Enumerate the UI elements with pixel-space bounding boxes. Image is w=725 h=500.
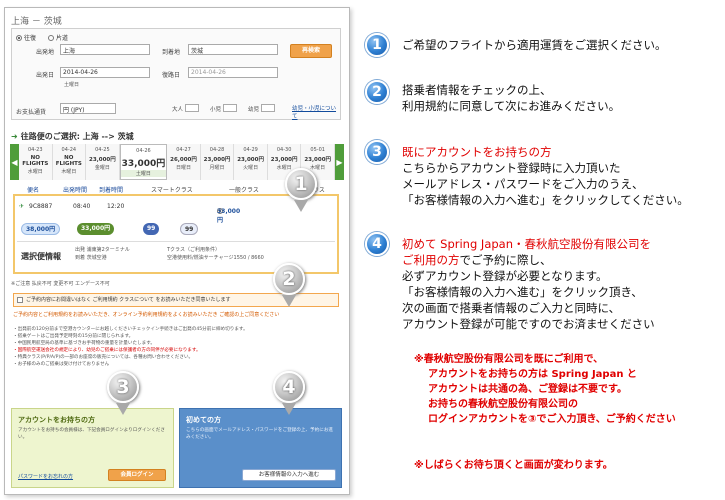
currency-label: お支払通貨 <box>16 109 47 116</box>
search-form: 往復 片道 出発地 上海 到着地 茨城 再検索 出発日 2014-04-26 土… <box>11 28 341 120</box>
step-3-icon: 3 <box>365 140 389 164</box>
return-label: 復路日 <box>162 72 181 79</box>
arrow-right-icon: ➜ <box>11 132 18 141</box>
destination-field[interactable]: 茨城 <box>188 44 278 55</box>
step-4-text: 初めて Spring Japan・春秋航空股份有限公司を ご利用の方でご予約に際… <box>402 237 655 331</box>
roundtrip-radio[interactable]: 往復 <box>16 33 36 42</box>
adult-select[interactable]: 大人 <box>172 104 200 113</box>
fare-pill[interactable]: 38,000円 <box>21 223 61 235</box>
fare-conditions: ※ご注意 払戻不可 変更不可 エンデース不可 <box>11 281 110 287</box>
step-4-icon: 4 <box>365 232 389 256</box>
child-select[interactable]: 小児 <box>210 104 238 113</box>
flight-logo-icon: ✈ <box>19 203 25 210</box>
fare-pill-selected[interactable]: 33,000円 <box>77 223 115 235</box>
member-login-button[interactable]: 会員ログイン <box>108 469 166 481</box>
step-2-pointer <box>282 295 296 307</box>
pax-info-link[interactable]: 幼児・小児について <box>292 104 340 120</box>
agree-checkbox[interactable] <box>17 297 23 303</box>
step-2-bubble: 2 <box>273 263 305 295</box>
currency-select[interactable]: 円 (JPY) <box>60 103 116 114</box>
fare-row: 38,000円 33,000円 99 99 <box>17 223 335 237</box>
step-2-text: 搭乗者情報をチェックの上、 利用規約に同意して次にお進みください。 <box>402 83 621 113</box>
origin-field[interactable]: 上海 <box>60 44 150 55</box>
infant-select[interactable]: 幼児 <box>248 104 276 113</box>
step-4-pointer <box>282 403 296 415</box>
notes-list: ・出発前の120分前まで空港カウンターにお越しくださいチェックイン手続きはご出発… <box>13 327 248 367</box>
table-row[interactable]: ✈ 9C8887 08:40 12:20 33,000円 <box>17 198 335 224</box>
prev-week-icon[interactable]: ◀ <box>10 144 19 180</box>
date-cell[interactable]: 04-27 26,000円 日曜日 <box>167 144 201 180</box>
oneway-radio[interactable]: 片道 <box>48 33 68 42</box>
wait-note: ※しばらくお待ち頂くと画面が変わります。 <box>414 460 613 471</box>
step-2-icon: 2 <box>365 80 389 104</box>
booking-screenshot: 上海 － 茨城 往復 片道 出発地 上海 到着地 茨城 再検索 出発日 2014… <box>4 7 350 495</box>
flight-results: ✈ 9C8887 08:40 12:20 33,000円 38,000円 33,… <box>13 194 339 274</box>
date-cell[interactable]: 04-24 NO FLIGHTS 木曜日 <box>52 144 87 180</box>
outbound-section-title: ➜ 往路便のご選択: 上海 --> 茨城 <box>11 132 134 141</box>
step-1-text: ご希望のフライトから適用運賃をご選択ください。 <box>402 38 667 52</box>
agree-warning: ご予約内容とご利用規約をお読みいただき、オンライン予約利用規約をよくお読みいただ… <box>13 312 280 318</box>
depart-label: 出発日 <box>36 72 55 79</box>
route-title: 上海 － 茨城 <box>11 17 62 27</box>
depart-day: 土曜日 <box>64 82 80 88</box>
proceed-guest-button[interactable]: お客様情報の入力へ進む <box>242 469 336 481</box>
step-3-bubble: 3 <box>107 371 139 403</box>
date-cell[interactable]: 04-23 NO FLIGHTS 水曜日 <box>19 144 53 180</box>
date-cell[interactable]: 04-25 23,000円 金曜日 <box>86 144 120 180</box>
new-user-panel: 初めての方 こちらの画面でメールアドレス・パスワードをご登録の上、予約にお進みく… <box>179 408 342 488</box>
origin-label: 出発地 <box>36 49 55 56</box>
points-badge: 99 <box>143 223 160 235</box>
date-cell-selected[interactable]: 04-26 33,000円 土曜日 <box>119 144 168 180</box>
step-3-text: 既にアカウントをお持ちの方 こちらからアカウント登録時に入力頂いた メールアドレ… <box>402 145 689 207</box>
forgot-password-link[interactable]: パスワードをお忘れの方 <box>18 473 73 480</box>
research-button[interactable]: 再検索 <box>290 44 332 58</box>
member-login-panel: アカウントをお持ちの方 アカウントをお持ちの会員様は、下記会員ログインよりログイ… <box>11 408 174 488</box>
return-date-field[interactable]: 2014-04-26 <box>188 67 278 78</box>
date-cell[interactable]: 04-29 23,000円 火曜日 <box>234 144 268 180</box>
step-3-pointer <box>116 403 130 415</box>
destination-label: 到着地 <box>162 49 181 56</box>
shared-account-note: ※春秋航空股份有限公司を既にご利用で、 アカウントをお持ちの方は Spring … <box>414 354 676 425</box>
step-1-bubble: 1 <box>285 168 317 200</box>
points-badge: 99 <box>180 223 199 235</box>
depart-date-field[interactable]: 2014-04-26 <box>60 67 150 78</box>
next-week-icon[interactable]: ▶ <box>334 144 344 180</box>
step-1-icon: 1 <box>365 33 389 57</box>
date-cell[interactable]: 04-28 23,000円 月曜日 <box>200 144 235 180</box>
step-1-pointer <box>294 200 308 212</box>
step-4-bubble: 4 <box>273 371 305 403</box>
